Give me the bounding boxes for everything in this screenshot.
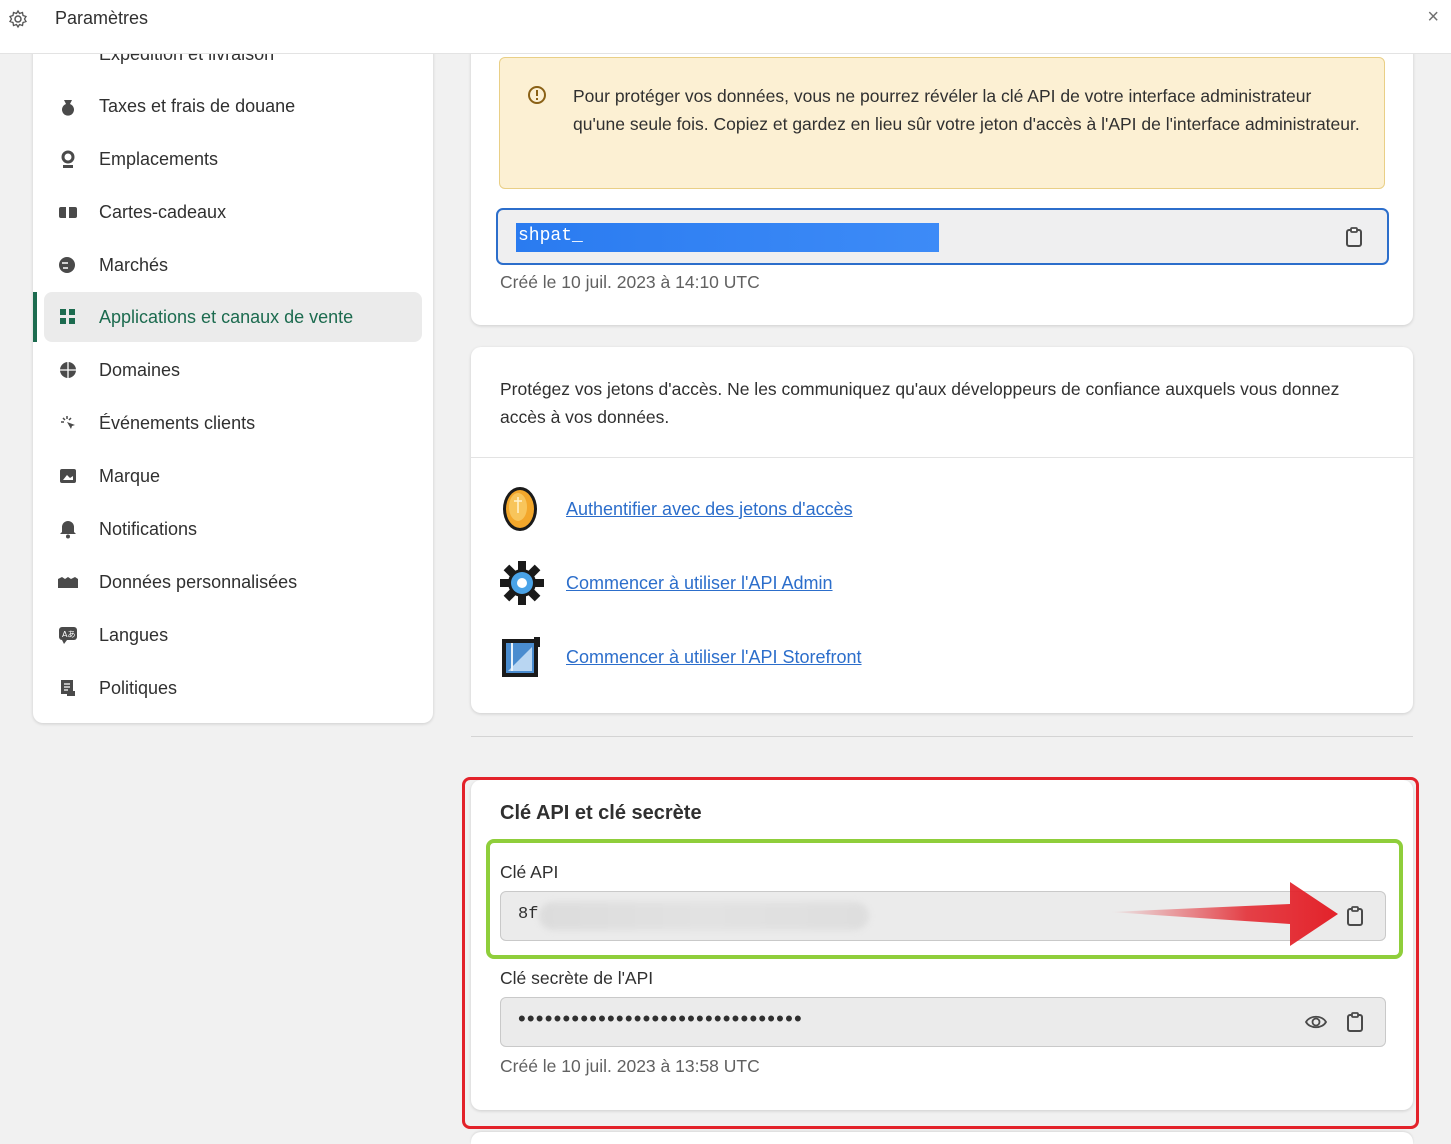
api-key-field[interactable]: 8f	[500, 891, 1386, 941]
tax-icon	[57, 95, 79, 117]
sidebar-item-label: Taxes et frais de douane	[99, 95, 296, 116]
sidebar-item-label: Événements clients	[99, 412, 256, 433]
brand-icon	[57, 465, 79, 487]
link-storefront-api[interactable]: Commencer à utiliser l'API Storefront	[566, 647, 862, 668]
settings-header: Paramètres ×	[0, 0, 1451, 54]
blueprint-icon	[502, 637, 540, 677]
blurred-value	[539, 902, 869, 930]
sidebar-item-custom-data[interactable]: Données personnalisées	[44, 557, 422, 607]
divider	[471, 457, 1413, 458]
secret-key-field[interactable]: ••••••••••••••••••••••••••••••••	[500, 997, 1386, 1047]
svg-text:Aあ: Aあ	[62, 630, 75, 639]
bell-icon	[57, 518, 79, 540]
api-keys-card: Clé API et clé secrète Clé API 8f Clé se…	[471, 780, 1413, 1110]
policy-icon	[57, 677, 79, 699]
clipboard-icon[interactable]	[1343, 226, 1365, 248]
sidebar-item-label: Domaines	[99, 359, 181, 380]
next-card-edge	[471, 1132, 1413, 1144]
globe-markets-icon	[57, 254, 79, 276]
resources-card: Protégez vos jetons d'accès. Ne les comm…	[471, 347, 1413, 713]
active-indicator	[33, 292, 37, 342]
sidebar-item-label: Langues	[99, 624, 169, 645]
section-divider	[471, 736, 1413, 737]
eye-icon[interactable]	[1305, 1011, 1327, 1033]
sidebar-item-brand[interactable]: Marque	[44, 451, 422, 501]
sidebar-item-taxes[interactable]: Taxes et frais de douane	[44, 81, 422, 131]
token-created-date: Créé le 10 juil. 2023 à 14:10 UTC	[500, 272, 760, 292]
coin-icon	[503, 487, 537, 531]
gear-cog-icon	[500, 561, 544, 605]
access-token-field[interactable]: shpat_	[496, 208, 1389, 265]
secret-key-masked: ••••••••••••••••••••••••••••••••	[518, 1006, 803, 1031]
close-icon[interactable]: ×	[1427, 6, 1439, 29]
access-token-value: shpat_	[518, 226, 583, 246]
api-keys-heading: Clé API et clé secrète	[500, 802, 702, 824]
sidebar-item-notifications[interactable]: Notifications	[44, 504, 422, 554]
sidebar-item-label: Cartes-cadeaux	[99, 201, 227, 222]
data-icon	[57, 571, 79, 593]
warning-icon	[528, 86, 546, 104]
link-row: Commencer à utiliser l'API Storefront	[498, 633, 862, 681]
sidebar-item-label: Emplacements	[99, 148, 219, 169]
sidebar-item-label: Marchés	[99, 254, 169, 275]
settings-gear-icon	[9, 9, 27, 29]
location-pin-icon	[57, 148, 79, 170]
clipboard-icon[interactable]	[1344, 1011, 1366, 1033]
settings-sidebar: Expédition et livraison Taxes et frais d…	[33, 20, 433, 723]
api-key-label: Clé API	[500, 862, 559, 882]
sidebar-item-label: Données personnalisées	[99, 571, 298, 592]
access-token-card: Pour protéger vos données, vous ne pourr…	[471, 20, 1413, 325]
link-row: Authentifier avec des jetons d'accès	[498, 485, 853, 533]
sidebar-item-gift-cards[interactable]: Cartes-cadeaux	[44, 187, 422, 237]
sidebar-item-markets[interactable]: Marchés	[44, 240, 422, 290]
link-row: Commencer à utiliser l'API Admin	[498, 559, 833, 607]
page-title: Paramètres	[55, 8, 149, 28]
cursor-click-icon	[57, 412, 79, 434]
clipboard-icon[interactable]	[1344, 905, 1366, 927]
link-admin-api[interactable]: Commencer à utiliser l'API Admin	[566, 573, 833, 594]
warning-text: Pour protéger vos données, vous ne pourr…	[573, 86, 1360, 134]
sidebar-item-label: Applications et canaux de vente	[99, 306, 354, 327]
apps-icon	[57, 306, 79, 328]
globe-icon	[57, 359, 79, 381]
sidebar-item-apps[interactable]: Applications et canaux de vente	[44, 292, 422, 342]
sidebar-item-label: Marque	[99, 465, 161, 486]
warning-banner: Pour protéger vos données, vous ne pourr…	[499, 57, 1385, 189]
api-key-created-date: Créé le 10 juil. 2023 à 13:58 UTC	[500, 1056, 760, 1076]
sidebar-item-domains[interactable]: Domaines	[44, 345, 422, 395]
sidebar-item-locations[interactable]: Emplacements	[44, 134, 422, 184]
sidebar-item-languages[interactable]: Aあ Langues	[44, 610, 422, 660]
sidebar-item-policies[interactable]: Politiques	[44, 663, 422, 713]
link-access-tokens[interactable]: Authentifier avec des jetons d'accès	[566, 499, 853, 520]
api-key-value: 8f	[518, 905, 539, 924]
language-icon: Aあ	[57, 624, 79, 646]
gift-card-icon	[57, 201, 79, 223]
sidebar-item-label: Politiques	[99, 677, 178, 698]
sidebar-item-label: Notifications	[99, 518, 198, 539]
sidebar-item-customer-events[interactable]: Événements clients	[44, 398, 422, 448]
secret-key-label: Clé secrète de l'API	[500, 968, 654, 988]
security-notice: Protégez vos jetons d'accès. Ne les comm…	[500, 379, 1340, 427]
